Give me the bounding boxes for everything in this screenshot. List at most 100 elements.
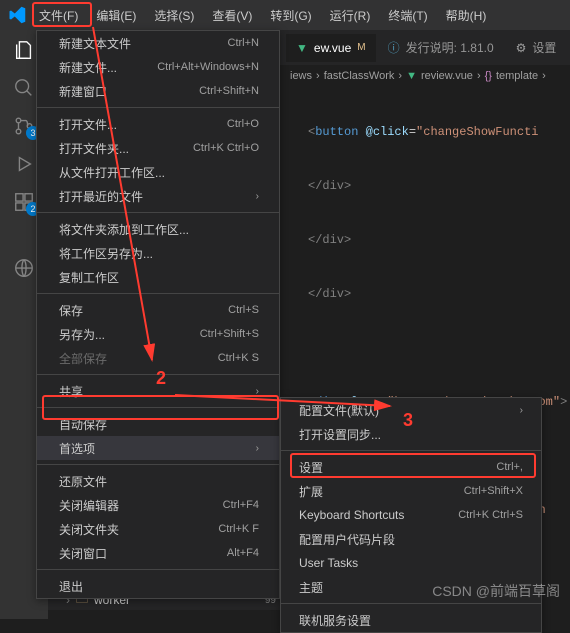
- debug-icon[interactable]: [12, 152, 36, 176]
- chevron-right-icon: ›: [520, 405, 523, 416]
- breadcrumb-file: review.vue: [421, 70, 473, 82]
- menu-item-label: 打开设置同步...: [299, 426, 381, 443]
- shortcut-label: Ctrl+N: [228, 37, 259, 49]
- remote-icon[interactable]: [12, 256, 36, 280]
- preferences-submenu: 配置文件(默认) › 打开设置同步... 设置 Ctrl+, 扩展Ctrl+Shift+X…: [280, 397, 542, 633]
- shortcut-label: Ctrl+K Ctrl+S: [458, 509, 523, 521]
- submenu-item[interactable]: User Tasks: [281, 551, 541, 575]
- menu-item-label: User Tasks: [299, 556, 358, 570]
- menu-item[interactable]: 新建文本文件 Ctrl+N: [37, 31, 279, 55]
- menubar: 文件(F) 编辑(E) 选择(S) 查看(V) 转到(G) 运行(R) 终端(T…: [0, 0, 570, 30]
- submenu-item[interactable]: 设置 Ctrl+,: [281, 455, 541, 479]
- menu-help[interactable]: 帮助(H): [437, 1, 496, 30]
- menu-item[interactable]: 新建窗口Ctrl+Shift+N: [37, 79, 279, 103]
- chevron-right-icon: ›: [256, 386, 259, 397]
- menu-view[interactable]: 查看(V): [203, 1, 261, 30]
- tab-settings[interactable]: ⚙ 设置: [506, 32, 567, 63]
- chevron-right-icon: ›: [520, 582, 523, 593]
- menu-item-label: 新建文本文件: [59, 35, 131, 52]
- menu-item[interactable]: 将文件夹添加到工作区...: [37, 217, 279, 241]
- menu-terminal[interactable]: 终端(T): [379, 1, 436, 30]
- menu-item[interactable]: 从文件打开工作区...: [37, 160, 279, 184]
- chevron-right-icon: ›: [256, 443, 259, 454]
- shortcut-label: Ctrl+S: [228, 304, 259, 316]
- submenu-item[interactable]: 扩展Ctrl+Shift+X: [281, 479, 541, 503]
- submenu-item[interactable]: Keyboard ShortcutsCtrl+K Ctrl+S: [281, 503, 541, 527]
- shortcut-label: Ctrl+Alt+Windows+N: [157, 61, 259, 73]
- submenu-item[interactable]: 主题›: [281, 575, 541, 599]
- menu-item-label: 配置文件(默认): [299, 402, 379, 419]
- menu-item[interactable]: 新建文件... Ctrl+Alt+Windows+N: [37, 55, 279, 79]
- tab-label: 发行说明: 1.81.0: [406, 39, 494, 56]
- menu-item[interactable]: 共享 ›: [37, 379, 279, 403]
- menu-item[interactable]: 复制工作区: [37, 265, 279, 289]
- menu-item[interactable]: 关闭窗口 Alt+F4: [37, 541, 279, 565]
- shortcut-label: Ctrl+Shift+S: [200, 328, 259, 340]
- menu-item-label: 保存: [59, 302, 83, 319]
- menu-item-label: 设置: [299, 459, 323, 476]
- menu-item-label: 打开最近的文件: [59, 188, 143, 205]
- shortcut-label: Alt+F4: [227, 547, 259, 559]
- submenu-item[interactable]: 配置文件(默认) ›: [281, 398, 541, 422]
- vue-icon: ▼: [406, 70, 417, 82]
- menu-file[interactable]: 文件(F): [30, 1, 87, 30]
- search-icon[interactable]: [12, 76, 36, 100]
- modified-indicator: M: [357, 42, 365, 53]
- menu-item[interactable]: 保存 Ctrl+S: [37, 298, 279, 322]
- menu-item-label: 复制工作区: [59, 269, 119, 286]
- chevron-right-icon: ›: [256, 191, 259, 202]
- menu-item-label: 将文件夹添加到工作区...: [59, 221, 189, 238]
- menu-item[interactable]: 退出: [37, 574, 279, 598]
- submenu-item[interactable]: 打开设置同步...: [281, 422, 541, 446]
- menu-item-label: 打开文件...: [59, 116, 117, 133]
- menu-edit[interactable]: 编辑(E): [87, 1, 145, 30]
- file-menu-dropdown: 新建文本文件 Ctrl+N 新建文件... Ctrl+Alt+Windows+N 新建窗…: [36, 30, 280, 599]
- menu-item-label: 全部保存: [59, 350, 107, 367]
- menu-item-label: 关闭窗口: [59, 545, 107, 562]
- menu-item-label: 将工作区另存为...: [59, 245, 153, 262]
- menu-item[interactable]: 另存为... Ctrl+Shift+S: [37, 322, 279, 346]
- menu-item-label: 关闭编辑器: [59, 497, 119, 514]
- submenu-item[interactable]: 配置用户代码片段: [281, 527, 541, 551]
- submenu-item[interactable]: 联机服务设置: [281, 608, 541, 632]
- menu-item-label: 自动保存: [59, 416, 107, 433]
- explorer-icon[interactable]: [12, 38, 36, 62]
- menu-item-label: 关闭文件夹: [59, 521, 119, 538]
- gear-icon: ⚙: [516, 41, 527, 55]
- menu-item-label: 共享: [59, 383, 83, 400]
- menu-item[interactable]: 关闭文件夹Ctrl+K F: [37, 517, 279, 541]
- shortcut-label: Ctrl+,: [496, 461, 523, 473]
- menu-run[interactable]: 运行(R): [321, 1, 380, 30]
- tab-release-notes[interactable]: ⓘ 发行说明: 1.81.0: [378, 32, 504, 63]
- menu-item[interactable]: 自动保存: [37, 412, 279, 436]
- tab-review-vue[interactable]: ▼ ew.vue M: [286, 34, 376, 62]
- menu-item[interactable]: 全部保存 Ctrl+K S: [37, 346, 279, 370]
- menu-item[interactable]: 首选项 ›: [37, 436, 279, 460]
- menu-item[interactable]: 打开最近的文件 ›: [37, 184, 279, 208]
- menu-selection[interactable]: 选择(S): [145, 1, 203, 30]
- menu-item-label: 还原文件: [59, 473, 107, 490]
- menu-item-label: 退出: [59, 578, 83, 595]
- info-icon: ⓘ: [388, 39, 400, 56]
- breadcrumb[interactable]: iews› fastClassWork› ▼ review.vue› {} te…: [280, 65, 570, 87]
- shortcut-label: Ctrl+K Ctrl+O: [193, 142, 259, 154]
- scm-icon[interactable]: 3: [12, 114, 36, 138]
- breadcrumb-scope: template: [496, 70, 538, 82]
- menu-item[interactable]: 关闭编辑器Ctrl+F4: [37, 493, 279, 517]
- breadcrumb-seg: fastClassWork: [324, 70, 395, 82]
- menu-item-label: 首选项: [59, 440, 95, 457]
- menu-go[interactable]: 转到(G): [261, 1, 320, 30]
- menu-item[interactable]: 还原文件: [37, 469, 279, 493]
- menu-item-label: 从文件打开工作区...: [59, 164, 165, 181]
- shortcut-label: Ctrl+K S: [218, 352, 259, 364]
- menu-item[interactable]: 打开文件夹...Ctrl+K Ctrl+O: [37, 136, 279, 160]
- menu-item-label: 扩展: [299, 483, 323, 500]
- menu-item-label: 新建文件...: [59, 59, 117, 76]
- menu-item[interactable]: 打开文件...Ctrl+O: [37, 112, 279, 136]
- editor-tabs: ▼ ew.vue M ⓘ 发行说明: 1.81.0 ⚙ 设置: [280, 30, 570, 65]
- vscode-logo: [4, 6, 30, 24]
- menu-item[interactable]: 将工作区另存为...: [37, 241, 279, 265]
- extensions-icon[interactable]: 2: [12, 190, 36, 214]
- menu-item-label: 新建窗口: [59, 83, 107, 100]
- menu-item-label: 另存为...: [59, 326, 105, 343]
